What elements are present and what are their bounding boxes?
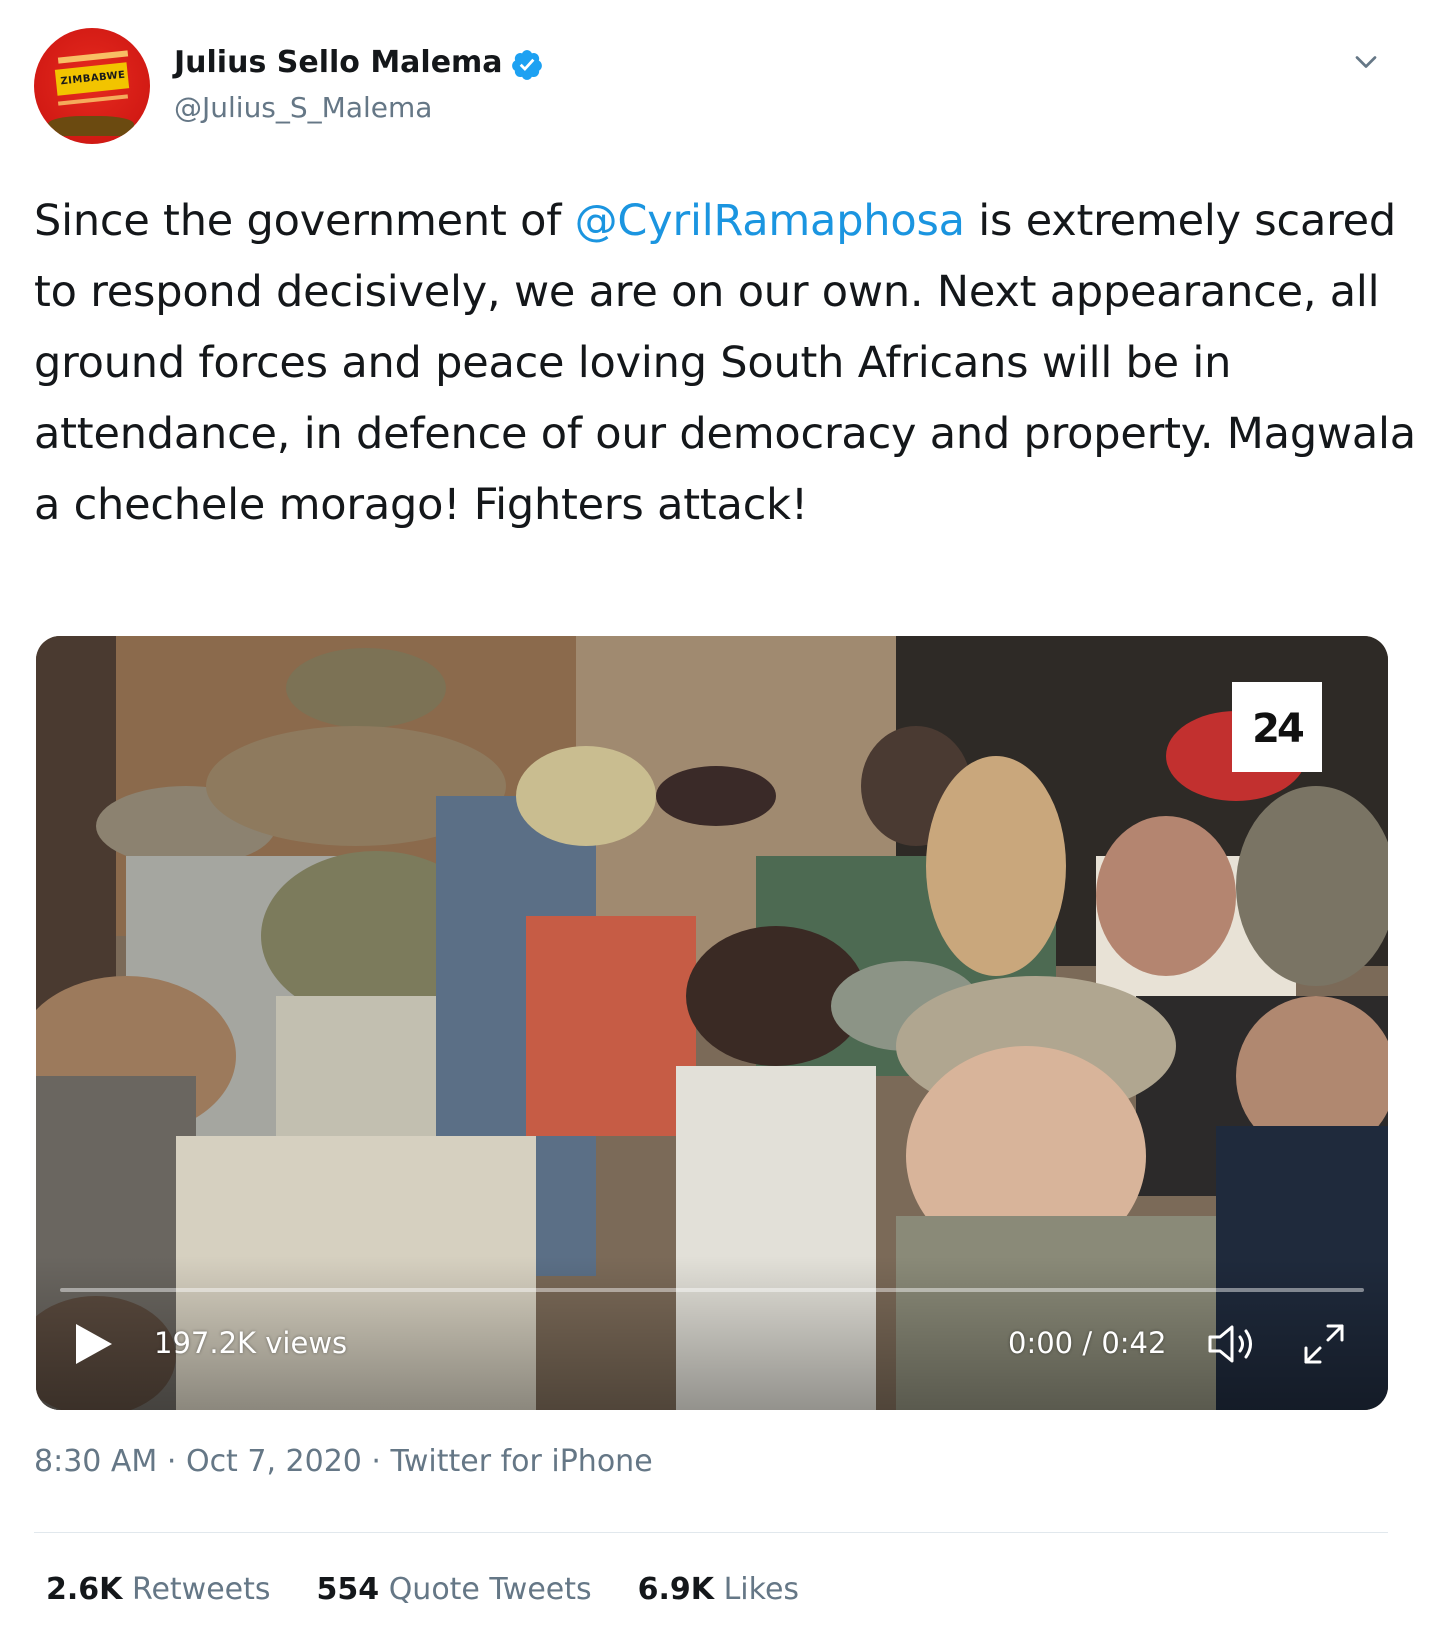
tweet-date-link[interactable]: Oct 7, 2020 [186, 1444, 362, 1479]
avatar-decoration [57, 50, 129, 64]
video-player[interactable]: 24 197.2K views 0:00 / 0:42 [36, 636, 1388, 1410]
author-display-name[interactable]: Julius Sello Malema [174, 44, 503, 82]
news24-watermark: 24 [1232, 682, 1322, 772]
tweet-text-part: Since the government of [34, 196, 575, 246]
retweets-stat[interactable]: 2.6K Retweets [46, 1570, 271, 1610]
video-time: 0:00 / 0:42 [1008, 1326, 1167, 1360]
likes-stat[interactable]: 6.9K Likes [638, 1570, 799, 1610]
play-icon[interactable] [72, 1320, 116, 1368]
engagement-stats: 2.6K Retweets 554 Quote Tweets 6.9K Like… [46, 1570, 799, 1610]
likes-count: 6.9K [637, 1572, 715, 1607]
meta-separator: · [166, 1444, 177, 1479]
video-progress-bar[interactable] [60, 1288, 1364, 1292]
quote-tweets-stat[interactable]: 554 Quote Tweets [317, 1570, 592, 1610]
mention-link[interactable]: @CyrilRamaphosa [575, 196, 965, 246]
retweets-label: Retweets [131, 1572, 271, 1607]
tweet-text-part: is extremely scared to respond decisivel… [34, 196, 1416, 530]
tweet-source-link[interactable]: Twitter for iPhone [391, 1444, 653, 1479]
tweet-meta: 8:30 AM · Oct 7, 2020 · Twitter for iPho… [34, 1442, 653, 1482]
watermark-text: 24 [1252, 706, 1305, 752]
author-avatar[interactable]: ZIMBABWE [34, 28, 150, 144]
tweet-text: Since the government of @CyrilRamaphosa … [34, 186, 1424, 541]
likes-label: Likes [723, 1572, 800, 1607]
retweets-count: 2.6K [46, 1572, 123, 1607]
quote-tweets-label: Quote Tweets [388, 1572, 592, 1607]
divider [34, 1532, 1388, 1533]
quote-tweets-count: 554 [316, 1572, 380, 1607]
meta-separator: · [371, 1444, 381, 1479]
author-handle[interactable]: @Julius_S_Malema [174, 90, 432, 126]
avatar-figure [48, 116, 134, 136]
chevron-down-icon[interactable] [1348, 44, 1384, 80]
view-count: 197.2K views [154, 1326, 348, 1360]
tweet-card: ZIMBABWE Julius Sello Malema @Julius_S_M… [0, 0, 1450, 1648]
expand-icon[interactable] [1300, 1320, 1348, 1368]
tweet-time-link[interactable]: 8:30 AM [34, 1444, 157, 1479]
avatar-decoration [57, 94, 129, 106]
volume-icon[interactable] [1206, 1322, 1262, 1366]
verified-badge-icon [512, 50, 542, 80]
